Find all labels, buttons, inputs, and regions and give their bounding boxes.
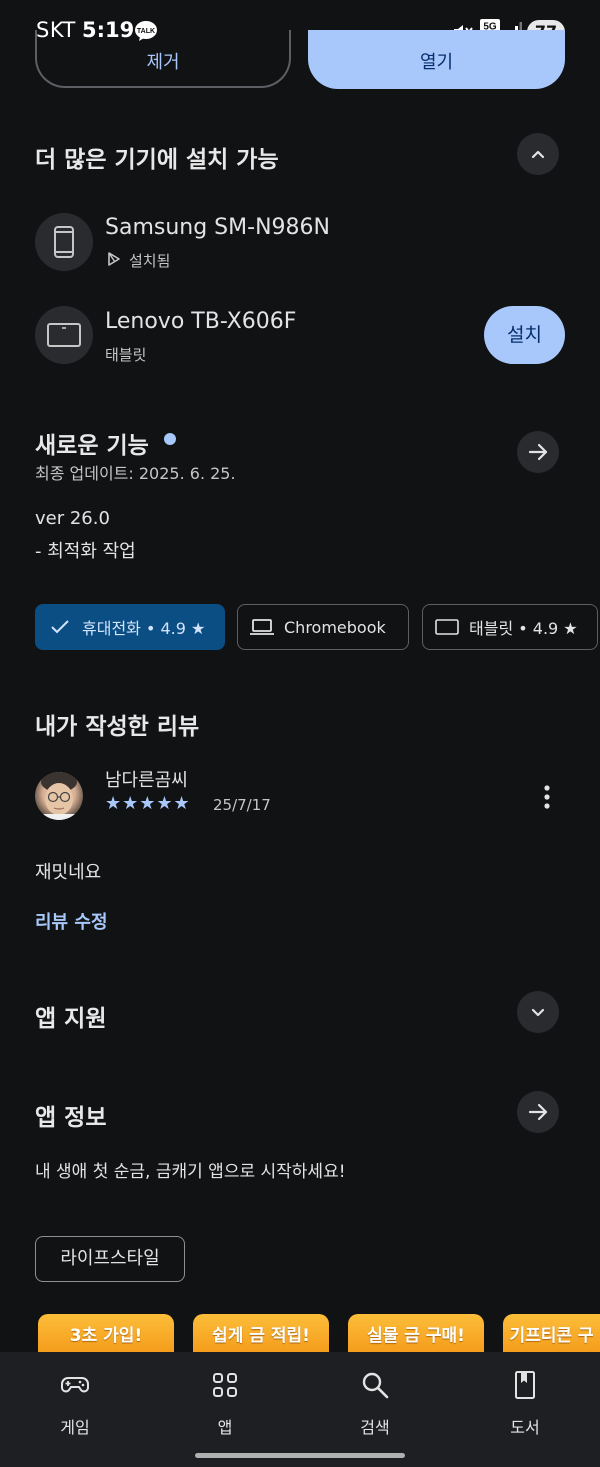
install-button[interactable]: 설치 (484, 306, 565, 364)
check-icon (51, 620, 69, 634)
more-vertical-icon (544, 785, 550, 809)
nav-search[interactable]: 검색 (325, 1352, 425, 1452)
remove-button[interactable]: 제거 (35, 30, 291, 88)
chip-tablet-label: 태블릿 • 4.9 ★ (469, 619, 578, 638)
chip-phone-label: 휴대전화 • 4.9 ★ (82, 619, 206, 638)
arrow-right-icon (528, 1103, 548, 1121)
device-row-lenovo: Lenovo TB-X606F 태블릿 (35, 306, 475, 364)
open-button[interactable]: 열기 (308, 30, 565, 89)
device-row-samsung: Samsung SM-N986N 설치됨 (35, 212, 565, 278)
release-note: - 최적화 작업 (35, 541, 136, 562)
version-text: ver 26.0 (35, 508, 110, 529)
laptop-icon (250, 619, 274, 635)
chevron-down-icon (531, 1008, 545, 1017)
device-type: 태블릿 (105, 346, 147, 364)
more-options-button[interactable] (530, 780, 564, 814)
nav-games-label: 게임 (60, 1418, 90, 1437)
play-store-icon (108, 252, 120, 266)
review-stars: ★★★★★ (105, 793, 191, 814)
review-date: 25/7/17 (213, 796, 271, 814)
app-info-arrow-button[interactable] (517, 1091, 559, 1133)
nav-apps[interactable]: 앱 (175, 1352, 275, 1452)
bottom-navigation: 게임 앱 검색 도서 (0, 1352, 600, 1467)
nav-books[interactable]: 도서 (475, 1352, 575, 1452)
device-name: Samsung SM-N986N (105, 215, 330, 240)
screenshot-banner-2[interactable]: 쉽게 금 적립! (193, 1314, 329, 1354)
search-icon (362, 1372, 389, 1399)
nav-books-label: 도서 (510, 1418, 540, 1437)
nav-search-label: 검색 (360, 1418, 390, 1437)
apps-grid-icon (213, 1373, 237, 1397)
arrow-right-icon (528, 443, 548, 461)
expand-button[interactable] (517, 991, 559, 1033)
last-updated: 최종 업데이트: 2025. 6. 25. (35, 464, 236, 483)
edit-review-link[interactable]: 리뷰 수정 (35, 908, 108, 934)
review-author: 남다른곰씨 (105, 770, 188, 791)
whats-new-title: 새로운 기능 (35, 433, 149, 459)
gamepad-icon (61, 1377, 89, 1393)
book-icon (515, 1371, 535, 1399)
screenshot-banner-1[interactable]: 3초 가입! (38, 1314, 174, 1354)
category-chip[interactable]: 라이프스타일 (35, 1236, 185, 1282)
new-dot-indicator (164, 433, 176, 445)
collapse-button[interactable] (517, 133, 559, 175)
home-indicator (195, 1453, 405, 1458)
chip-tablet[interactable]: 태블릿 • 4.9 ★ (422, 604, 598, 650)
app-info-title: 앱 정보 (35, 1105, 107, 1131)
tablet-icon (35, 306, 93, 364)
nav-games[interactable]: 게임 (25, 1352, 125, 1452)
phone-icon (35, 213, 93, 271)
my-review-title: 내가 작성한 리뷰 (35, 714, 200, 740)
device-name: Lenovo TB-X606F (105, 309, 297, 334)
avatar (35, 772, 83, 820)
screenshot-banner-3[interactable]: 실물 금 구매! (348, 1314, 484, 1354)
chip-phone[interactable]: 휴대전화 • 4.9 ★ (35, 604, 225, 650)
whats-new-arrow-button[interactable] (517, 431, 559, 473)
nav-apps-label: 앱 (217, 1418, 233, 1437)
review-text: 재밋네요 (35, 862, 102, 883)
tablet-icon (435, 619, 459, 635)
device-status: 설치됨 (129, 252, 171, 270)
app-support-title: 앱 지원 (35, 1006, 107, 1032)
chevron-up-icon (531, 150, 545, 159)
app-description: 내 생애 첫 순금, 금캐기 앱으로 시작하세요! (35, 1162, 346, 1182)
chip-chromebook[interactable]: Chromebook (237, 604, 409, 650)
more-devices-title: 더 많은 기기에 설치 가능 (35, 147, 279, 173)
chip-chromebook-label: Chromebook (284, 617, 386, 637)
screenshot-banner-4[interactable]: 기프티콘 구 (503, 1314, 600, 1354)
